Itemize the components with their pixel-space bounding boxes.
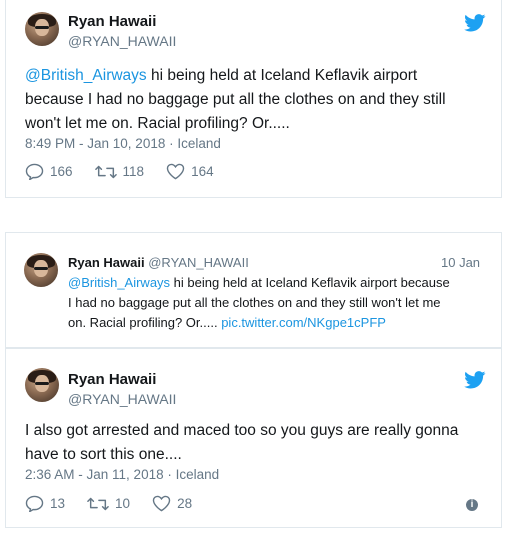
mention-link[interactable]: @British_Airways [25,67,147,84]
reply-icon [25,495,44,512]
reply-count: 166 [50,164,73,179]
reply-icon [25,163,44,180]
location[interactable]: Iceland [176,467,220,482]
avatar[interactable] [25,368,59,402]
author-handle[interactable]: @RYAN_HAWAII [68,391,176,407]
retweet-count: 118 [122,164,145,179]
tweet-text-line: won't let me on. Racial profiling? Or...… [25,115,290,132]
author-handle[interactable]: @RYAN_HAWAII [68,33,176,49]
author-handle: @RYAN_HAWAII [148,255,249,270]
author-name[interactable]: Ryan Hawaii [68,13,156,30]
tweet-meta: 2:36 AM - Jan 11, 2018 · Iceland [25,467,219,482]
retweet-icon [87,497,109,510]
twitter-bird-icon[interactable] [464,14,486,32]
twitter-bird-icon[interactable] [464,371,486,389]
tweet-text-line: have to sort this one.... [25,446,182,463]
avatar[interactable] [24,253,58,287]
pic-link[interactable]: pic.twitter.com/NKgpe1cPFP [221,315,386,330]
like-count: 28 [177,496,193,511]
tweet-text-line: I also got arrested and maced too so you… [25,422,459,439]
tweet-text-line: I had no baggage put all the clothes on … [68,295,441,310]
like-button[interactable]: 28 [152,495,192,512]
retweet-count: 10 [115,496,131,511]
timestamp[interactable]: 8:49 PM - Jan 10, 2018 [25,136,165,151]
tweet-meta: 8:49 PM - Jan 10, 2018 · Iceland [25,136,221,151]
reply-count: 13 [50,496,66,511]
like-count: 164 [191,164,214,179]
author-name: Ryan Hawaii [68,255,145,270]
retweet-button[interactable]: 10 [87,496,130,512]
timestamp[interactable]: 2:36 AM - Jan 11, 2018 [25,467,164,482]
mention-link[interactable]: @British_Airways [68,275,170,290]
tweet-card-1[interactable]: Ryan Hawaii @RYAN_HAWAII @British_Airway… [5,0,502,198]
tweet-text-line: on. Racial profiling? Or..... [68,315,218,330]
tweet-text-line: hi being held at Iceland Keflavik airpor… [146,67,418,84]
tweet-text: @British_Airways hi being held at Icelan… [25,64,495,136]
tweet-date[interactable]: 10 Jan [441,255,480,270]
avatar[interactable] [25,12,59,46]
like-button[interactable]: 164 [166,163,214,180]
heart-icon [152,495,171,512]
retweet-button[interactable]: 118 [94,164,145,180]
tweet-text: I also got arrested and maced too so you… [25,419,495,467]
meta-separator: · [167,467,176,482]
retweet-icon [94,165,117,178]
tweet-actions: 166 118 164 [25,163,236,180]
tweet-text-line: because I had no baggage put all the clo… [25,91,446,108]
quoted-author[interactable]: Ryan Hawaii @RYAN_HAWAII [68,255,249,270]
tweet-card-2[interactable]: Ryan Hawaii @RYAN_HAWAII I also got arre… [5,348,502,528]
reply-button[interactable]: 166 [25,163,73,180]
reply-button[interactable]: 13 [25,495,65,512]
author-name[interactable]: Ryan Hawaii [68,371,156,388]
tweet-text: @British_Airways hi being held at Icelan… [68,273,488,333]
info-icon[interactable]: i [466,499,478,511]
tweet-actions: 13 10 28 [25,495,214,512]
heart-icon [166,163,185,180]
conversation-parent-tweet[interactable]: Ryan Hawaii @RYAN_HAWAII 10 Jan @British… [5,232,502,348]
tweet-text-line: hi being held at Iceland Keflavik airpor… [170,275,450,290]
location[interactable]: Iceland [177,136,221,151]
